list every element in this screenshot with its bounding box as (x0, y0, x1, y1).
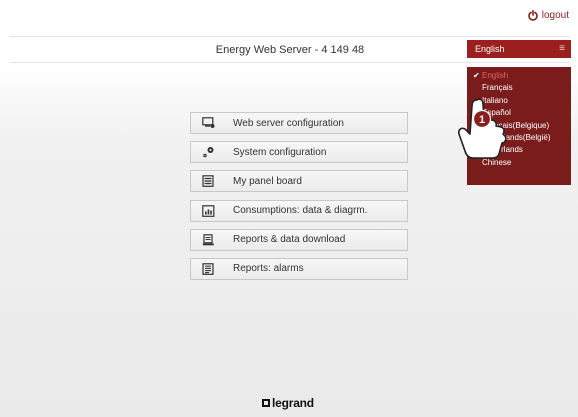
language-option-francais[interactable]: Français (467, 82, 571, 94)
top-bar: logout (0, 0, 578, 36)
legrand-logo-text: legrand (272, 396, 314, 410)
legrand-logo: legrand (262, 396, 314, 410)
header-divider (10, 36, 570, 37)
logout-label: logout (541, 10, 569, 21)
panel-board-icon (202, 175, 214, 188)
menu-item-label: My panel board (233, 175, 302, 187)
report-download-icon (202, 233, 214, 246)
step-number: 1 (479, 114, 485, 126)
header-divider-bottom (10, 62, 570, 63)
legrand-logo-mark (262, 399, 270, 407)
language-select-value: English (475, 44, 505, 54)
menu-item-label: System configuration (233, 146, 327, 158)
monitor-settings-icon (202, 117, 215, 128)
menu-item-reports-alarms[interactable]: Reports: alarms (190, 257, 408, 280)
bar-chart-icon (202, 204, 215, 217)
gears-icon (203, 147, 214, 158)
page: logout Energy Web Server - 4 149 48 Engl… (0, 0, 578, 417)
menu-item-web-server-configuration[interactable]: Web server configuration (190, 112, 408, 134)
language-select[interactable]: English ≡ (467, 40, 571, 58)
menu-item-consumptions[interactable]: Consumptions: data & diagrm. (190, 199, 408, 222)
menu-item-label: Web server configuration (233, 117, 344, 129)
menu-item-my-panel-board[interactable]: My panel board (190, 170, 408, 193)
menu-item-reports-data-download[interactable]: Reports & data download (190, 228, 408, 251)
page-title: Energy Web Server - 4 149 48 (215, 44, 365, 56)
main-menu: Web server configuration System configur… (190, 112, 408, 287)
menu-item-label: Reports: alarms (233, 263, 304, 275)
menu-item-label: Consumptions: data & diagrm. (233, 205, 368, 217)
menu-item-system-configuration[interactable]: System configuration (190, 141, 408, 164)
menu-item-label: Reports & data download (233, 234, 346, 246)
check-icon: ✔ (473, 71, 480, 80)
language-option-english[interactable]: ✔ English (467, 70, 571, 82)
alarm-report-icon (202, 263, 214, 275)
power-icon (528, 10, 538, 21)
logout-link[interactable]: logout (528, 10, 569, 21)
menu-icon: ≡ (559, 43, 565, 54)
pointing-hand-icon: 1 (458, 98, 507, 159)
